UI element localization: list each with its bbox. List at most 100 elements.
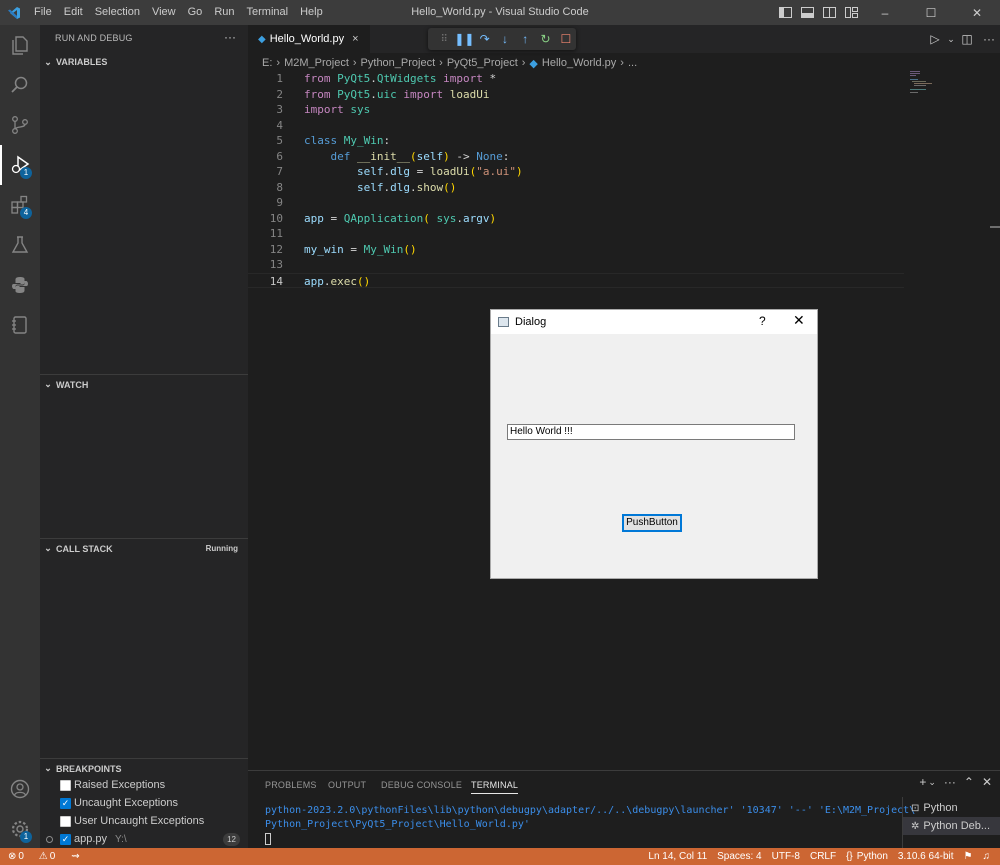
stop-icon[interactable]: ☐	[556, 32, 576, 46]
cursor-position[interactable]: Ln 14, Col 11	[648, 851, 707, 862]
run-python-file-icon[interactable]: ▷	[924, 32, 946, 46]
variables-title: VARIABLES	[56, 57, 108, 67]
toggle-secondary-sidebar-icon[interactable]	[818, 0, 840, 25]
minimap[interactable]	[910, 71, 940, 93]
more-actions-icon[interactable]: ···	[978, 32, 1000, 46]
debug-icon: ✲	[911, 820, 920, 832]
breakpoint-user-uncaught-exceptions[interactable]: User Uncaught Exceptions	[40, 812, 248, 830]
problems-status[interactable]: ⊗ 0 ⚠ 0	[8, 851, 65, 862]
tab-debug-console[interactable]: DEBUG CONSOLE	[381, 780, 462, 790]
language-braces-icon: {}	[846, 851, 853, 862]
terminal-list: ⊡ Python ✲ Python Deb...	[902, 797, 1000, 849]
watch-section-header[interactable]: ⌄ WATCH	[40, 374, 248, 394]
terminal-dropdown-chevron-icon[interactable]: ⌄	[928, 777, 936, 788]
pause-icon[interactable]: ❚❚	[454, 32, 474, 46]
code-text: def __init__(self) -> None:	[330, 149, 510, 163]
encoding[interactable]: UTF-8	[772, 851, 800, 862]
indentation[interactable]: Spaces: 4	[717, 851, 761, 862]
feedback-icon[interactable]: ⚑	[964, 851, 973, 862]
code-text: import sys	[304, 103, 371, 116]
close-panel-icon[interactable]: ✕	[982, 775, 992, 789]
tab-hello-world-py[interactable]: ◆ Hello_World.py ×	[248, 25, 370, 53]
source-control-icon[interactable]	[0, 105, 40, 145]
restart-icon[interactable]: ↻	[535, 32, 555, 46]
menu-terminal[interactable]: Terminal	[241, 0, 295, 25]
terminal-item-python[interactable]: ⊡ Python	[903, 799, 1000, 817]
search-icon[interactable]	[0, 65, 40, 105]
minimize-button[interactable]: –	[862, 0, 908, 25]
variables-section-header[interactable]: ⌄ VARIABLES	[40, 52, 248, 72]
line-number: 12	[269, 242, 283, 256]
manage-gear-icon[interactable]: 1	[0, 809, 40, 849]
dialog-close-button[interactable]: ✕	[793, 312, 805, 329]
step-out-icon[interactable]: ↑	[515, 32, 535, 46]
new-terminal-icon[interactable]: +	[919, 775, 926, 789]
tab-output[interactable]: OUTPUT	[328, 780, 366, 790]
run-dropdown-chevron-icon[interactable]: ⌄	[946, 34, 956, 45]
step-into-icon[interactable]: ↓	[495, 32, 515, 46]
explorer-icon[interactable]	[0, 25, 40, 65]
breadcrumb-python-project[interactable]: Python_Project	[361, 57, 436, 69]
uncaught-exceptions-checkbox[interactable]: ✓	[60, 797, 71, 809]
raised-exceptions-checkbox[interactable]	[60, 779, 71, 791]
breadcrumb-file[interactable]: Hello_World.py	[542, 57, 616, 69]
toggle-panel-icon[interactable]	[796, 0, 818, 25]
chevron-down-icon: ⌄	[44, 543, 52, 553]
editor-tabs: ◆ Hello_World.py ×	[248, 25, 1000, 53]
close-window-button[interactable]: ✕	[954, 0, 1000, 25]
close-tab-icon[interactable]: ×	[352, 33, 358, 45]
breakpoints-section-header[interactable]: ⌄ BREAKPOINTS	[40, 758, 248, 778]
drag-handle-icon[interactable]: ⠿	[434, 34, 454, 45]
end-of-line[interactable]: CRLF	[810, 851, 836, 862]
menu-run[interactable]: Run	[208, 0, 240, 25]
breakpoint-line-badge: 12	[223, 832, 240, 846]
panel-more-actions-icon[interactable]: ···	[944, 775, 956, 789]
code-line: 1 from PyQt5.QtWidgets import *	[248, 71, 988, 87]
breadcrumb-drive[interactable]: E:	[262, 57, 272, 69]
breadcrumb-pyqt5-project[interactable]: PyQt5_Project	[447, 57, 518, 69]
line-number: 4	[276, 118, 283, 132]
account-icon[interactable]	[0, 769, 40, 809]
tab-problems[interactable]: PROBLEMS	[265, 780, 317, 790]
sidebar-more-actions-icon[interactable]: ···	[224, 30, 236, 44]
breakpoint-app-py[interactable]: ✓ app.py Y:\ 12	[40, 830, 248, 848]
maximize-panel-chevron-up-icon[interactable]: ⌃	[964, 775, 974, 789]
menu-view[interactable]: View	[146, 0, 182, 25]
language-mode[interactable]: Python	[857, 851, 888, 862]
customize-layout-icon[interactable]	[840, 0, 862, 25]
dialog-help-button[interactable]: ?	[759, 314, 766, 328]
code-editor[interactable]: 1 from PyQt5.QtWidgets import * 2 from PyQ…	[248, 71, 988, 296]
python-interpreter[interactable]: 3.10.6 64-bit	[898, 851, 954, 862]
notifications-bell-icon[interactable]: ♫	[983, 851, 991, 862]
call-stack-section-header[interactable]: ⌄ CALL STACK Running	[40, 538, 248, 558]
notebook-icon[interactable]	[0, 305, 40, 345]
breadcrumb-m2m-project[interactable]: M2M_Project	[284, 57, 349, 69]
code-text: app.exec()	[304, 274, 371, 288]
toggle-sidebar-icon[interactable]	[774, 0, 796, 25]
menu-go[interactable]: Go	[182, 0, 209, 25]
dialog-push-button[interactable]: PushButton	[622, 514, 682, 532]
split-editor-icon[interactable]: ◫	[956, 32, 978, 46]
python-icon[interactable]	[0, 265, 40, 305]
breakpoint-uncaught-exceptions[interactable]: ✓ Uncaught Exceptions	[40, 794, 248, 812]
tab-terminal[interactable]: TERMINAL	[471, 780, 519, 794]
dialog-line-edit[interactable]: Hello World !!!	[507, 424, 795, 440]
user-uncaught-exceptions-checkbox[interactable]	[60, 815, 71, 827]
terminal-item-python-debug[interactable]: ✲ Python Deb...	[903, 817, 1000, 835]
step-over-icon[interactable]: ↷	[475, 32, 495, 46]
menu-help[interactable]: Help	[294, 0, 329, 25]
testing-icon[interactable]	[0, 225, 40, 265]
debug-status-icon[interactable]: ⇝	[71, 851, 79, 862]
menu-edit[interactable]: Edit	[58, 0, 89, 25]
line-number: 11	[269, 227, 283, 240]
menu-selection[interactable]: Selection	[89, 0, 146, 25]
menu-file[interactable]: File	[28, 0, 58, 25]
extensions-icon[interactable]: 4	[0, 185, 40, 225]
breadcrumb-symbol[interactable]: ...	[628, 57, 637, 69]
breakpoint-raised-exceptions[interactable]: Raised Exceptions	[40, 776, 248, 794]
run-debug-icon[interactable]: 1	[0, 145, 40, 185]
maximize-button[interactable]: ☐	[908, 0, 954, 25]
menu-bar: File Edit Selection View Go Run Terminal…	[28, 0, 329, 25]
dialog-title-bar[interactable]: Dialog ? ✕	[491, 310, 817, 334]
app-py-breakpoint-checkbox[interactable]: ✓	[60, 833, 71, 845]
